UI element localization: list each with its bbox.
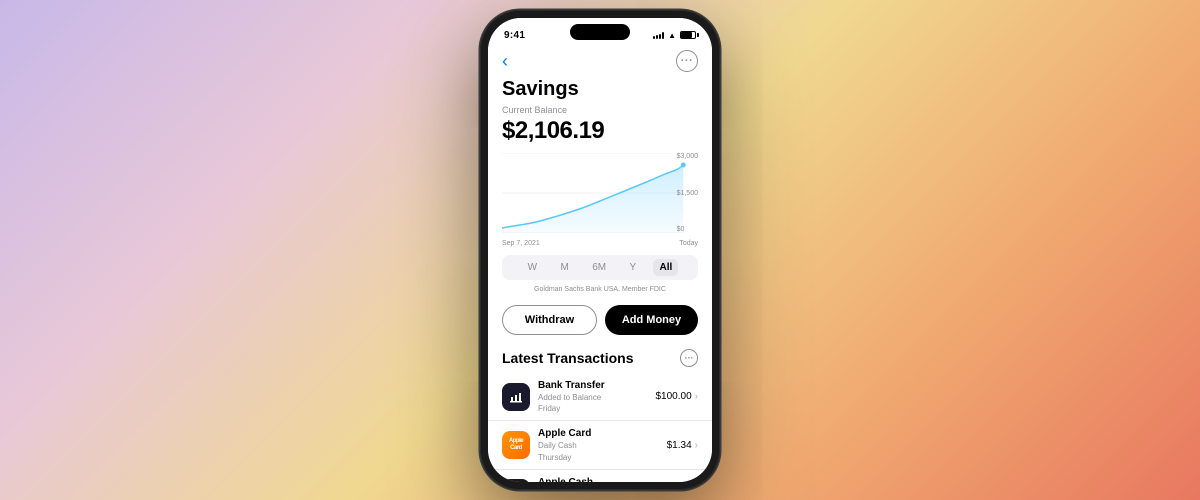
time-filter: W M 6M Y All [502,255,698,280]
balance-section: Current Balance $2,106.19 [488,105,712,153]
transaction-apple-card-1[interactable]: AppleCard Apple Card Daily Cash Thursday… [488,421,712,469]
apple-card-1-chevron-icon: › [695,440,698,451]
apple-card-1-sub2: Thursday [538,452,667,463]
transaction-bank-transfer[interactable]: Bank Transfer Added to Balance Friday $1… [488,373,712,421]
nav-bar: ‹ ··· [488,46,712,76]
add-money-button[interactable]: Add Money [605,305,698,335]
phone-screen: 9:41 ▲ ‹ ··· [488,18,712,482]
chart-y-label-top: $3,000 [677,153,698,160]
apple-card-icon: AppleCard [502,431,530,459]
apple-cash-name: Apple Cash [538,476,661,482]
apple-card-1-amount: $1.34 [667,440,692,451]
wifi-icon: ▲ [668,31,676,40]
chart-x-labels: Sep 7, 2021 Today [502,238,698,249]
bank-transfer-info: Bank Transfer Added to Balance Friday [538,379,656,414]
bank-transfer-sub1: Added to Balance [538,392,656,403]
chart-x-end: Today [679,240,698,247]
filter-W[interactable]: W [522,259,543,276]
apple-card-1-info: Apple Card Daily Cash Thursday [538,427,667,462]
filter-M[interactable]: M [554,259,574,276]
back-button[interactable]: ‹ [502,51,508,72]
balance-amount: $2,106.19 [502,117,698,145]
filter-6M[interactable]: 6M [586,259,612,276]
chart-x-start: Sep 7, 2021 [502,240,540,247]
transactions-header: Latest Transactions ··· [488,345,712,373]
withdraw-button[interactable]: Withdraw [502,305,597,335]
signal-icon [653,31,664,39]
transactions-title: Latest Transactions [502,350,634,366]
savings-chart [502,153,698,233]
action-buttons: Withdraw Add Money [488,299,712,345]
chart-y-label-mid: $1,500 [677,190,698,197]
apple-cash-info: Apple Cash Added to Balance Wednesday [538,476,661,482]
scroll-content[interactable]: ‹ ··· Savings Current Balance $2,106.19 … [488,46,712,482]
apple-card-1-sub1: Daily Cash [538,440,667,451]
apple-card-1-name: Apple Card [538,427,667,440]
bank-transfer-icon [502,383,530,411]
filter-All[interactable]: All [653,259,678,276]
status-bar: 9:41 ▲ [488,18,712,46]
transactions-more-button[interactable]: ··· [680,349,698,367]
balance-label: Current Balance [502,105,698,115]
fdic-text: Goldman Sachs Bank USA. Member FDIC [488,284,712,299]
battery-icon [680,31,696,39]
page-title: Savings [488,76,712,105]
bank-transfer-amount: $100.00 [656,391,692,402]
chart-y-labels: $3,000 $1,500 $0 [677,153,698,233]
bank-transfer-name: Bank Transfer [538,379,656,392]
filter-Y[interactable]: Y [623,259,642,276]
bank-transfer-chevron-icon: › [695,391,698,402]
apple-card-1-right: $1.34 › [667,440,698,451]
bank-transfer-sub2: Friday [538,403,656,414]
back-chevron-icon: ‹ [502,51,508,72]
phone-wrapper: 9:41 ▲ ‹ ··· [480,10,720,490]
dynamic-island [570,24,630,40]
transaction-apple-cash[interactable]: Apple Cash Added to Balance Wednesday $5… [488,470,712,482]
chart-container: $3,000 $1,500 $0 [488,153,712,253]
chart-y-label-bot: $0 [677,226,698,233]
bank-transfer-right: $100.00 › [656,391,699,402]
status-icons: ▲ [653,31,696,40]
status-time: 9:41 [504,30,525,41]
more-button[interactable]: ··· [676,50,698,72]
